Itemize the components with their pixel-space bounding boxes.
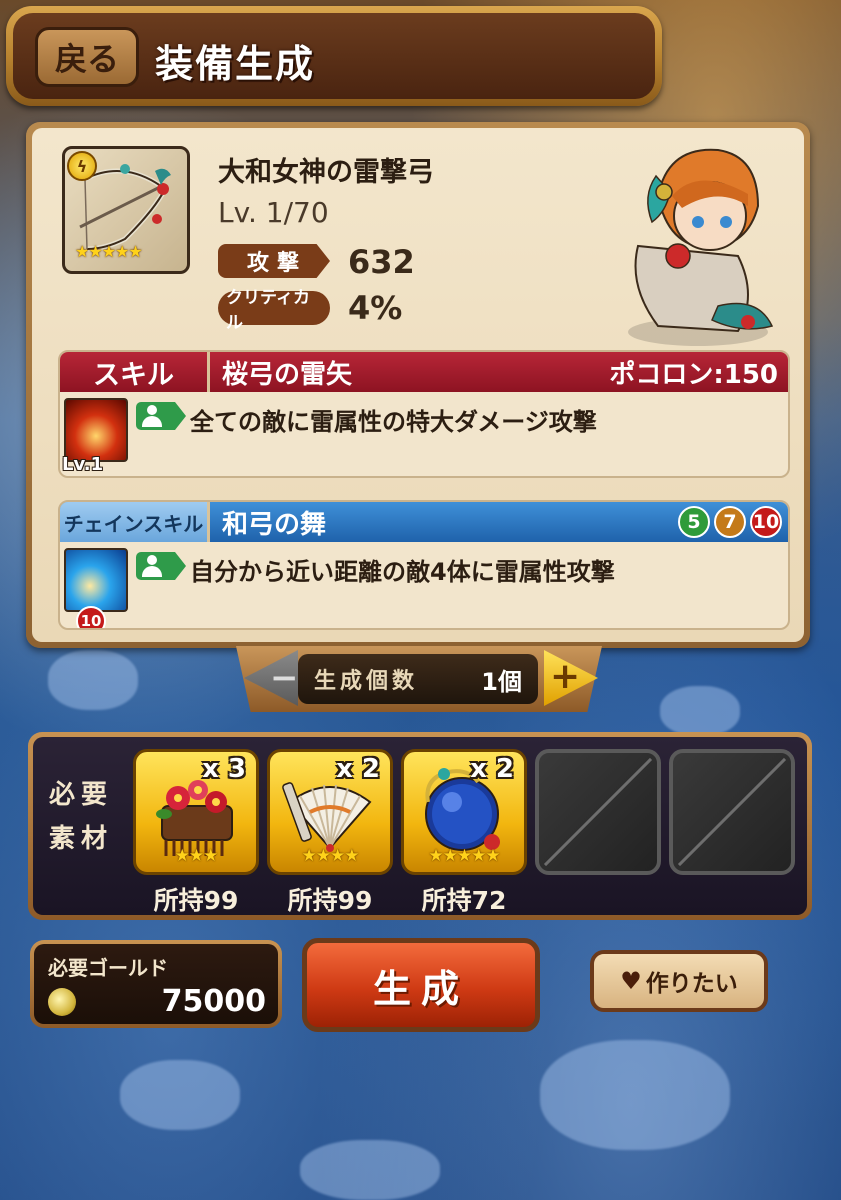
materials-title-text: 必要素材 bbox=[49, 780, 114, 854]
material-rarity-stars: ★★★★ bbox=[301, 846, 360, 866]
fire-arrow-skill-icon bbox=[64, 398, 128, 462]
chain-skill-name: 和弓の舞 bbox=[222, 509, 327, 540]
weapon-level: Lv. 1/70 bbox=[218, 196, 329, 229]
equipment-detail-inner: ϟ ★★★★★ 大和女神の雷撃弓 Lv. 1/70 攻撃 632 クリティカル … bbox=[32, 128, 804, 642]
gold-coin-icon bbox=[48, 988, 76, 1016]
material-count: x 3 bbox=[202, 754, 246, 784]
critical-label-tag: クリティカル bbox=[218, 288, 330, 333]
skill-panel: スキル 桜弓の雷矢 ポコロン:150 Lv.1 全ての敵に雷属性の特大ダメージ攻… bbox=[58, 350, 790, 478]
skill-label: スキル bbox=[60, 352, 210, 392]
chain-count-badge: 7 bbox=[714, 506, 746, 538]
create-button[interactable]: 生成 bbox=[302, 938, 540, 1032]
material-slot-fan[interactable]: x 2 ★★★★ bbox=[267, 749, 393, 875]
materials-panel: 必要素材 x 3 ★★★ 所持99 x 2 ★★★★ 所持99 x 2 ★★★★… bbox=[28, 732, 812, 920]
material-count: x 2 bbox=[470, 754, 514, 784]
weapon-name: 大和女神の雷撃弓 bbox=[218, 157, 434, 188]
thunder-element-icon: ϟ bbox=[67, 151, 97, 181]
skill-description: 全ての敵に雷属性の特大ダメージ攻撃 bbox=[190, 408, 597, 436]
chain-count-badge: 10 bbox=[750, 506, 782, 538]
equipment-detail-panel: ϟ ★★★★★ 大和女神の雷撃弓 Lv. 1/70 攻撃 632 クリティカル … bbox=[26, 122, 810, 648]
material-owned: 所持99 bbox=[287, 886, 373, 915]
chain-skill-label: チェインスキル bbox=[60, 502, 210, 542]
required-gold-box: 必要ゴールド 75000 bbox=[30, 940, 282, 1028]
single-target-icon bbox=[136, 402, 186, 430]
skill-header: スキル 桜弓の雷矢 ポコロン:150 bbox=[60, 352, 788, 392]
lightning-arrow-skill-icon bbox=[64, 548, 128, 612]
material-count: x 2 bbox=[336, 754, 380, 784]
material-slot-empty bbox=[535, 749, 661, 875]
chain-count-badge: 5 bbox=[678, 506, 710, 538]
character-portrait bbox=[628, 148, 774, 346]
material-owned: 所持99 bbox=[153, 886, 239, 915]
chain-skill-level-badge: 10 bbox=[76, 606, 106, 628]
chain-count-badges: 5 7 10 bbox=[678, 506, 782, 538]
attack-value: 632 bbox=[348, 243, 415, 281]
materials-inner: 必要素材 x 3 ★★★ 所持99 x 2 ★★★★ 所持99 x 2 ★★★★… bbox=[33, 737, 807, 915]
material-rarity-stars: ★★★★★ bbox=[428, 846, 500, 866]
skill-name: 桜弓の雷矢 bbox=[222, 359, 353, 390]
header-inner: 戻る 装備生成 bbox=[13, 13, 655, 99]
wishlist-label: 作りたい bbox=[645, 971, 738, 997]
required-gold-inner: 必要ゴールド 75000 bbox=[34, 944, 278, 1024]
skill-cost: ポコロン:150 bbox=[609, 359, 778, 390]
weapon-rarity-stars: ★★★★★ bbox=[75, 242, 143, 261]
bg-stone bbox=[660, 686, 740, 736]
chain-skill-header: チェインスキル 和弓の舞 5 7 10 bbox=[60, 502, 788, 542]
header-bar: 戻る 装備生成 bbox=[6, 6, 662, 106]
material-slot-hair-comb[interactable]: x 3 ★★★ bbox=[133, 749, 259, 875]
quantity-display: 生成個数 1個 bbox=[298, 654, 538, 704]
bg-stone bbox=[48, 650, 138, 710]
required-gold-value: 75000 bbox=[161, 984, 266, 1019]
weapon-icon[interactable]: ϟ ★★★★★ bbox=[62, 146, 190, 274]
materials-title: 必要素材 bbox=[49, 773, 129, 861]
bg-stone bbox=[120, 1060, 240, 1130]
minus-icon: − bbox=[270, 658, 299, 698]
page-title: 装備生成 bbox=[155, 42, 316, 86]
chain-skill-panel: チェインスキル 和弓の舞 5 7 10 10 自分から近い距離の敵4体に雷属性攻… bbox=[58, 500, 790, 630]
back-button[interactable]: 戻る bbox=[35, 27, 139, 87]
skill-level: Lv.1 bbox=[62, 454, 104, 475]
quantity-label: 生成個数 bbox=[314, 669, 419, 694]
chain-skill-description: 自分から近い距離の敵4体に雷属性攻撃 bbox=[190, 558, 615, 586]
single-target-icon bbox=[136, 552, 186, 580]
heart-icon: ♥ bbox=[620, 967, 642, 995]
material-rarity-stars: ★★★ bbox=[174, 846, 219, 866]
required-gold-label: 必要ゴールド bbox=[48, 956, 168, 980]
bg-stone bbox=[540, 1040, 730, 1150]
critical-value: 4% bbox=[348, 289, 403, 327]
attack-label-tag: 攻撃 bbox=[218, 244, 330, 278]
bg-stone bbox=[300, 1140, 440, 1200]
quantity-value: 1個 bbox=[481, 667, 522, 696]
chain-skill-body: 10 自分から近い距離の敵4体に雷属性攻撃 bbox=[60, 542, 788, 628]
wishlist-button[interactable]: ♥ 作りたい bbox=[590, 950, 768, 1012]
material-slot-blue-orb[interactable]: x 2 ★★★★★ bbox=[401, 749, 527, 875]
skill-body: Lv.1 全ての敵に雷属性の特大ダメージ攻撃 bbox=[60, 392, 788, 476]
material-slot-empty bbox=[669, 749, 795, 875]
material-owned: 所持72 bbox=[421, 886, 507, 915]
